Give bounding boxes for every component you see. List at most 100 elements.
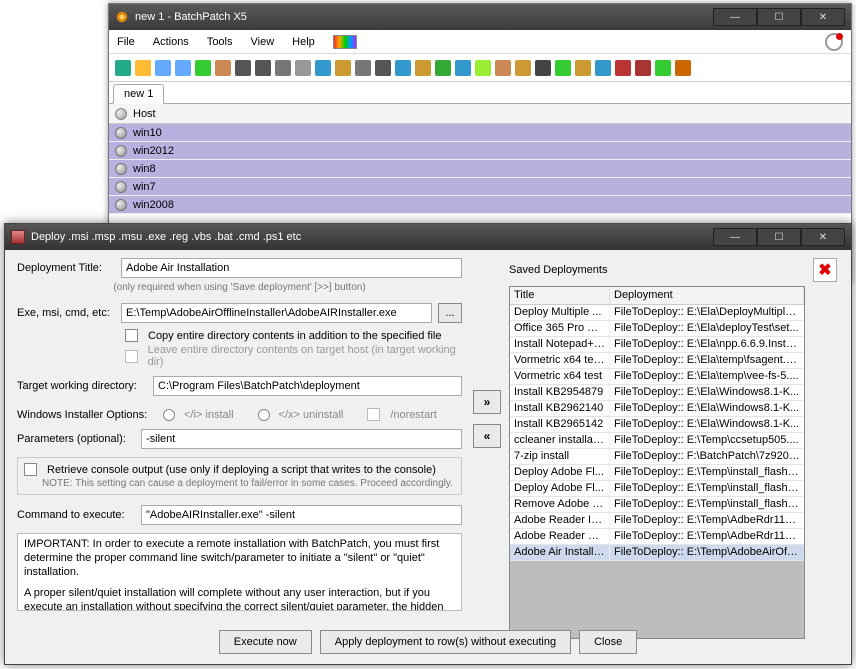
copy-directory-checkbox[interactable] <box>125 329 138 342</box>
dialog-close-button[interactable]: ✕ <box>801 228 845 246</box>
saved-row-deploy: FileToDeploy:: E:\Temp\install_flash_... <box>610 497 804 512</box>
saved-row-deploy: FileToDeploy:: E:\Ela\temp\vee-fs-5.... <box>610 369 804 384</box>
saved-deployment-row[interactable]: Adobe Air Installa...FileToDeploy:: E:\T… <box>510 545 804 561</box>
tab-new1[interactable]: new 1 <box>113 84 164 104</box>
menu-actions[interactable]: Actions <box>153 36 189 48</box>
toolbar-icon-18[interactable] <box>475 60 491 76</box>
toolbar-icon-10[interactable] <box>315 60 331 76</box>
saved-deployment-row[interactable]: Adobe Reader U...FileToDeploy:: E:\Temp\… <box>510 529 804 545</box>
toolbar-icon-20[interactable] <box>515 60 531 76</box>
saved-row-title: Install KB2954879 <box>510 385 610 400</box>
host-row[interactable]: win10 <box>109 124 851 142</box>
toolbar-icon-25[interactable] <box>615 60 631 76</box>
toolbar-icon-2[interactable] <box>155 60 171 76</box>
saved-deployment-row[interactable]: Remove Adobe F...FileToDeploy:: E:\Temp\… <box>510 497 804 513</box>
saved-row-title: ccleaner installati... <box>510 433 610 448</box>
deploy-dialog: Deploy .msi .msp .msu .exe .reg .vbs .ba… <box>4 223 852 665</box>
saved-deployment-row[interactable]: Adobe Reader In...FileToDeploy:: E:\Temp… <box>510 513 804 529</box>
toolbar-icon-27[interactable] <box>655 60 671 76</box>
info-textarea[interactable]: IMPORTANT: In order to execute a remote … <box>17 533 462 611</box>
host-row[interactable]: win8 <box>109 160 851 178</box>
main-titlebar: new 1 - BatchPatch X5 — ☐ ✕ <box>109 4 851 30</box>
saved-row-title: Remove Adobe F... <box>510 497 610 512</box>
minimize-button[interactable]: — <box>713 8 757 26</box>
toolbar-icon-3[interactable] <box>175 60 191 76</box>
toolbar-icon-15[interactable] <box>415 60 431 76</box>
saved-deployment-row[interactable]: Vormetric x64 testFileToDeploy:: E:\Ela\… <box>510 369 804 385</box>
toolbar-icon-24[interactable] <box>595 60 611 76</box>
delete-deployment-button[interactable]: ✖ <box>813 258 837 282</box>
host-row[interactable]: win2008 <box>109 196 851 214</box>
target-dir-input[interactable] <box>153 376 462 396</box>
deployment-title-input[interactable] <box>121 258 462 278</box>
host-row[interactable]: win7 <box>109 178 851 196</box>
dialog-minimize-button[interactable]: — <box>713 228 757 246</box>
toolbar-icon-28[interactable] <box>675 60 691 76</box>
saved-deployment-row[interactable]: ccleaner installati...FileToDeploy:: E:\… <box>510 433 804 449</box>
exe-path-input[interactable] <box>121 303 432 323</box>
toolbar-icon-8[interactable] <box>275 60 291 76</box>
toolbar-icon-26[interactable] <box>635 60 651 76</box>
host-icon <box>115 199 127 211</box>
toolbar-icon-17[interactable] <box>455 60 471 76</box>
saved-deployment-row[interactable]: Install Notepad++...FileToDeploy:: E:\El… <box>510 337 804 353</box>
saved-row-deploy: FileToDeploy:: E:\Ela\npp.6.6.9.Instal..… <box>610 337 804 352</box>
host-name: win8 <box>133 163 156 175</box>
apply-deployment-button[interactable]: Apply deployment to row(s) without execu… <box>320 630 571 654</box>
menu-tools[interactable]: Tools <box>207 36 233 48</box>
saved-deployment-row[interactable]: Install KB2954879FileToDeploy:: E:\Ela\W… <box>510 385 804 401</box>
info-line-1: IMPORTANT: In order to execute a remote … <box>24 538 455 579</box>
toolbar-icon-9[interactable] <box>295 60 311 76</box>
browse-button[interactable]: ... <box>438 303 462 323</box>
saved-row-title: Vormetric x64 test <box>510 369 610 384</box>
host-header: Host <box>133 108 156 120</box>
toolbar-icon-16[interactable] <box>435 60 451 76</box>
saved-deployment-header[interactable]: Deployment <box>610 287 804 304</box>
maximize-button[interactable]: ☐ <box>757 8 801 26</box>
toolbar-icon-1[interactable] <box>135 60 151 76</box>
saved-title-header[interactable]: Title <box>510 287 610 304</box>
saved-deployment-row[interactable]: Vormetric x64 tes2FileToDeploy:: E:\Ela\… <box>510 353 804 369</box>
toolbar-icon-5[interactable] <box>215 60 231 76</box>
saved-row-title: Adobe Reader U... <box>510 529 610 544</box>
close-dialog-button[interactable]: Close <box>579 630 637 654</box>
toolbar-icon-4[interactable] <box>195 60 211 76</box>
clock-icon[interactable] <box>825 33 843 51</box>
saved-deployment-row[interactable]: Office 365 Pro PlusFileToDeploy:: E:\Ela… <box>510 321 804 337</box>
calendar-icon[interactable] <box>333 35 357 49</box>
command-input[interactable] <box>141 505 462 525</box>
toolbar-icon-19[interactable] <box>495 60 511 76</box>
saved-row-title: Deploy Adobe Fl... <box>510 465 610 480</box>
saved-deployment-row[interactable]: Deploy Multiple ...FileToDeploy:: E:\Ela… <box>510 305 804 321</box>
toolbar-icon-7[interactable] <box>255 60 271 76</box>
menu-view[interactable]: View <box>251 36 275 48</box>
saved-row-title: Adobe Reader In... <box>510 513 610 528</box>
close-button[interactable]: ✕ <box>801 8 845 26</box>
dialog-maximize-button[interactable]: ☐ <box>757 228 801 246</box>
saved-deployment-row[interactable]: Deploy Adobe Fl...FileToDeploy:: E:\Temp… <box>510 481 804 497</box>
toolbar-icon-13[interactable] <box>375 60 391 76</box>
toolbar-icon-22[interactable] <box>555 60 571 76</box>
toolbar-icon-23[interactable] <box>575 60 591 76</box>
deployment-title-hint: (only required when using 'Save deployme… <box>17 282 462 293</box>
leave-directory-label: Leave entire directory contents on targe… <box>148 344 462 368</box>
toolbar-icon-12[interactable] <box>355 60 371 76</box>
saved-deployment-row[interactable]: Install KB2965142FileToDeploy:: E:\Ela\W… <box>510 417 804 433</box>
host-row[interactable]: win2012 <box>109 142 851 160</box>
toolbar-icon-6[interactable] <box>235 60 251 76</box>
toolbar-icon-14[interactable] <box>395 60 411 76</box>
saved-deployment-row[interactable]: Install KB2962140FileToDeploy:: E:\Ela\W… <box>510 401 804 417</box>
saved-deployment-row[interactable]: Deploy Adobe Fl...FileToDeploy:: E:\Temp… <box>510 465 804 481</box>
toolbar-icon-11[interactable] <box>335 60 351 76</box>
retrieve-console-checkbox[interactable] <box>24 463 37 476</box>
toolbar-icon-21[interactable] <box>535 60 551 76</box>
menu-file[interactable]: File <box>117 36 135 48</box>
host-header-icon <box>115 108 127 120</box>
save-deployment-button[interactable]: » <box>473 390 501 414</box>
saved-deployment-row[interactable]: 7-zip installFileToDeploy:: F:\BatchPatc… <box>510 449 804 465</box>
execute-now-button[interactable]: Execute now <box>219 630 312 654</box>
menu-help[interactable]: Help <box>292 36 315 48</box>
load-deployment-button[interactable]: « <box>473 424 501 448</box>
parameters-input[interactable] <box>141 429 462 449</box>
toolbar-icon-0[interactable] <box>115 60 131 76</box>
